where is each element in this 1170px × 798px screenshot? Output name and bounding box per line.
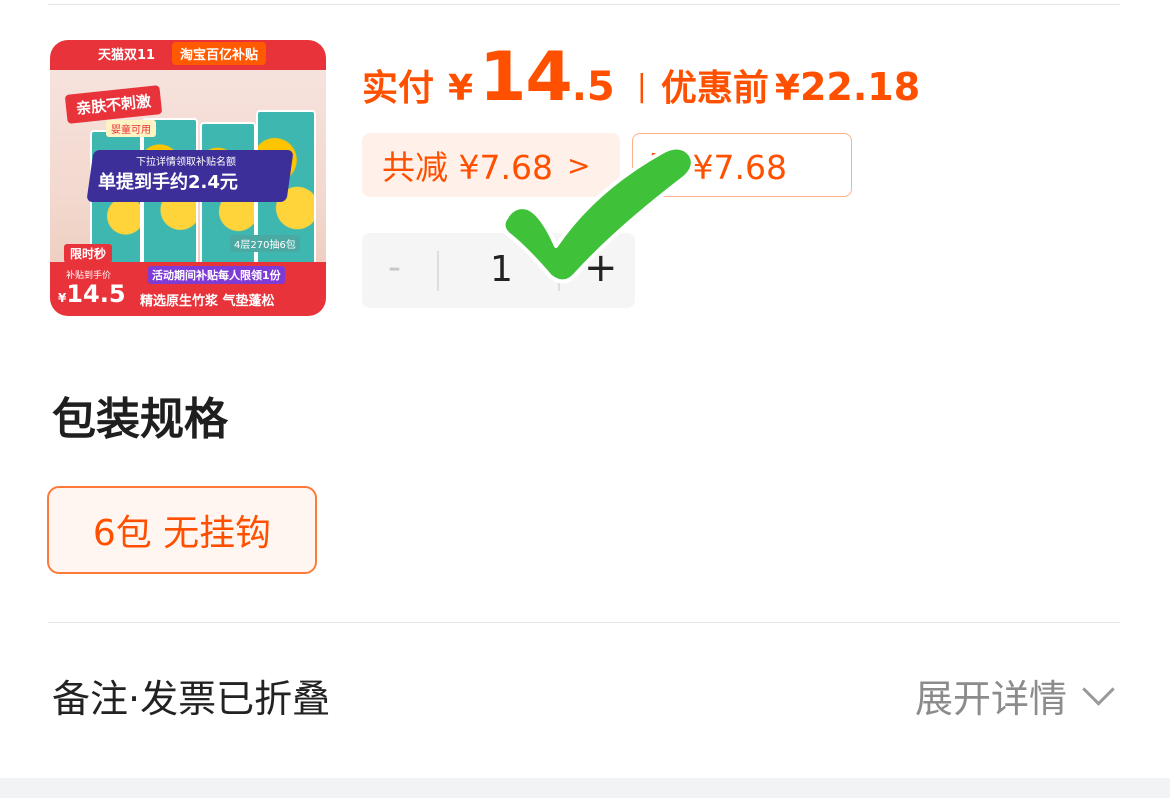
expand-details-button[interactable]: 展开详情 <box>914 668 1115 723</box>
image-price: ¥14.5 <box>58 280 126 308</box>
subsidy-chip[interactable]: 贴 ¥7.68 <box>632 133 852 197</box>
increase-button[interactable]: + <box>584 245 618 291</box>
image-activity: 活动期间补贴每人限领1份 <box>148 266 285 284</box>
quantity-value[interactable]: 1 <box>490 249 513 290</box>
image-badge-tmall: 天猫双11 <box>98 48 156 63</box>
pay-amount-decimal: .5 <box>571 64 615 110</box>
image-feature: 精选原生竹浆 气垫蓬松 <box>140 294 275 309</box>
note-invoice-label: 备注·发票已折叠 <box>52 677 331 721</box>
pay-amount-integer: 14 <box>479 38 573 117</box>
decrease-button[interactable]: - <box>388 247 401 288</box>
original-price-label: 优惠前 <box>660 68 769 109</box>
expand-details-label: 展开详情 <box>914 677 1067 721</box>
image-slogan-sub: 婴童可用 <box>106 120 156 137</box>
section-divider <box>48 622 1120 623</box>
price-separator: | <box>636 69 647 104</box>
bottom-band <box>0 778 1170 798</box>
quantity-stepper: - 1 + <box>362 233 635 308</box>
price-row: 实付 ¥ 14 .5 | 优惠前 ¥ 22.18 <box>362 38 920 122</box>
total-discount-chip[interactable]: 共减 ¥7.68 > <box>362 133 620 197</box>
spec-option-6-pack[interactable]: 6包 无挂钩 <box>47 486 317 574</box>
pay-currency: ¥ <box>448 68 474 109</box>
spec-section-title: 包装规格 <box>52 394 228 445</box>
original-price-value: 22.18 <box>799 65 921 109</box>
image-spec-tag: 4层270抽6包 <box>230 235 300 252</box>
image-flash-tag: 限时秒 <box>64 244 113 263</box>
image-banner-big: 单提到手约2.4元 <box>98 172 238 193</box>
top-divider <box>48 4 1120 5</box>
product-image[interactable]: 天猫双11 淘宝百亿补贴 亲肤不刺激 婴童可用 下拉详情领取补贴名额 单提到手约… <box>50 40 326 316</box>
stepper-divider <box>558 251 560 291</box>
total-discount-label: 共减 ¥7.68 <box>382 148 553 187</box>
chevron-down-icon <box>1082 673 1115 706</box>
subsidy-label: 贴 ¥7.68 <box>649 148 787 187</box>
original-price-currency: ¥ <box>774 68 800 109</box>
stepper-divider <box>437 251 439 291</box>
image-badge-taobao: 淘宝百亿补贴 <box>172 42 267 65</box>
chevron-right-icon: > <box>566 148 591 182</box>
image-price-value: 14.5 <box>66 280 126 308</box>
pay-label: 实付 <box>362 68 435 109</box>
image-banner-small: 下拉详情领取补贴名额 <box>136 157 236 168</box>
